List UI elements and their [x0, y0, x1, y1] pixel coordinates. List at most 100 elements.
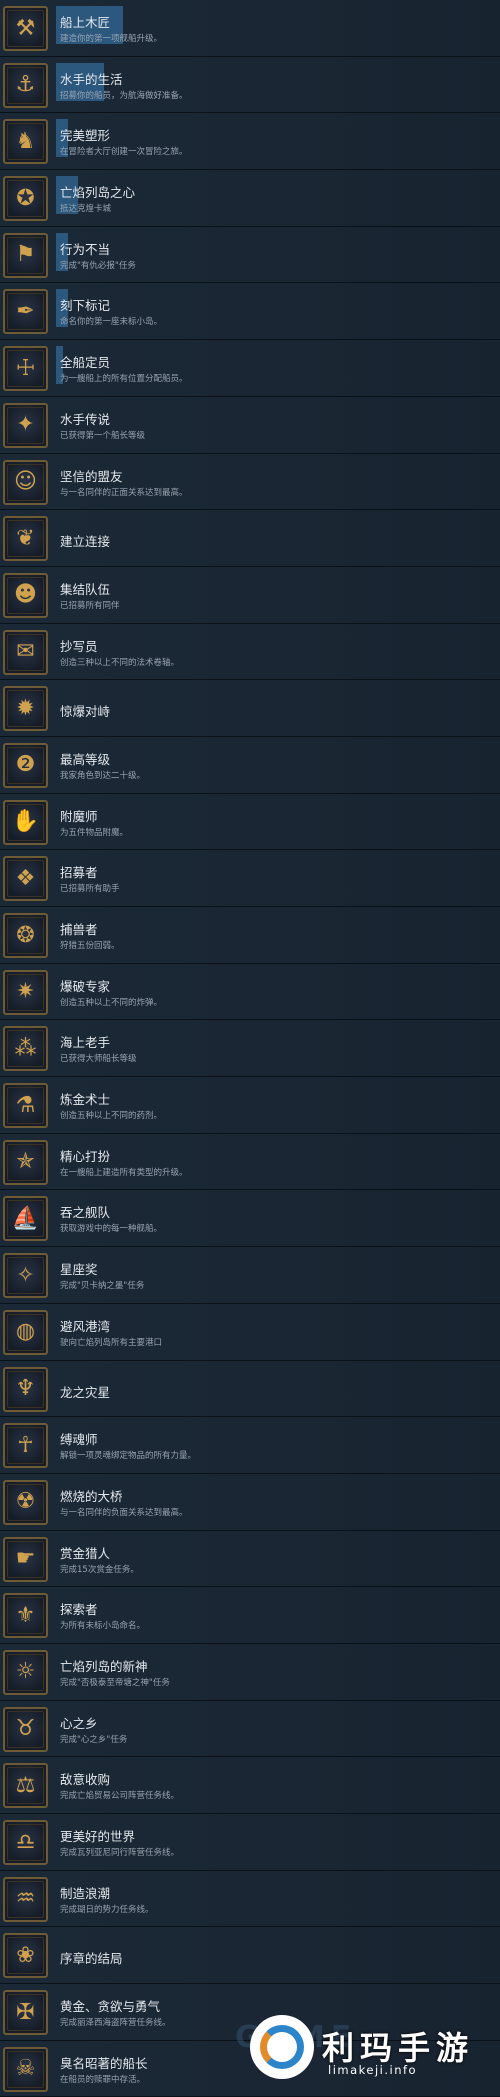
achievement-title: 行为不当 [60, 241, 111, 257]
achievement-row[interactable]: ✋ 附魔师 为五件物品附魔。 [0, 793, 500, 851]
achievement-description: 抵达克煌卡城 [60, 204, 112, 215]
achievement-row[interactable]: ♎ 更美好的世界 完成瓦列亚尼同行阵营任务线。 [0, 1814, 500, 1871]
achievement-title: 爆破专家 [60, 978, 111, 994]
achievement-row[interactable]: ❖ 招募者 已招募所有助手 [0, 850, 500, 907]
dragon-icon: ♆ [3, 1366, 48, 1412]
achievement-title: 海上老手 [60, 1035, 111, 1051]
achievement-description: 已招募所有助手 [60, 884, 120, 895]
notorious-captain-icon: ☠ [3, 2046, 48, 2092]
achievement-title: 最高等级 [60, 751, 111, 767]
achievement-title: 全船定员 [60, 355, 111, 371]
achievement-row[interactable]: ☩ 全船定员为一艘船上的所有位置分配船员。 [0, 340, 500, 397]
achievement-row[interactable]: ✦ 水手传说 已获得第一个船长等级 [0, 396, 500, 454]
achievement-description: 在冒险者大厅创建一次冒险之旅。 [60, 147, 188, 158]
achievement-row[interactable]: ⚓ 水手的生活 招募你的船员，为航海做好准备。 [0, 56, 500, 114]
achievement-row[interactable]: ⚜ 探索者 为所有未标小岛命名。 [0, 1587, 500, 1644]
potion-icon: ⚗ [3, 1083, 48, 1129]
pirate-gold-icon: ✠ [3, 1990, 48, 2036]
achievement-row[interactable]: ✪ 亡焰列岛之心 抵达克煌卡城 [0, 170, 500, 227]
achievement-description: 完成"有仇必报"任务 [60, 260, 136, 271]
achievement-row[interactable]: ◍ 避风港湾 驶向亡焰列岛所有主要港口 [0, 1303, 500, 1361]
achievement-description: 已招募所有同伴 [60, 600, 120, 611]
achievement-description: 已获得大师船长等级 [60, 1054, 137, 1065]
achievement-title: 亡焰列岛的新神 [60, 1658, 148, 1674]
achievement-title: 序章的结局 [60, 1951, 123, 1967]
achievement-row[interactable]: ☥ 缚魂师 解锁一项灵魂绑定物品的所有力量。 [0, 1417, 500, 1474]
achievement-title: 招募者 [60, 865, 98, 881]
achievement-row[interactable]: ❦ 建立连接 [0, 510, 500, 567]
achievement-row[interactable]: ⚑ 行为不当完成"有仇必报"任务 [0, 226, 500, 284]
achievement-description: 与一名同伴的负面关系达到最高。 [60, 1507, 188, 1518]
achievement-title: 更美好的世界 [60, 1829, 136, 1844]
achievement-row[interactable]: ☺ 坚信的盟友 与一名同伴的正面关系达到最高。 [0, 453, 500, 511]
achievement-title: 坚信的盟友 [60, 468, 123, 484]
achievement-description: 招募你的船员，为航海做好准备。 [60, 90, 188, 101]
scroll-icon: ✉ [3, 629, 48, 675]
achievement-description: 命名你的第一座未标小岛。 [60, 317, 163, 328]
achievement-description: 在一艘船上建造所有类型的升级。 [60, 1167, 188, 1178]
achievement-description: 完成瑚日的势力任务线。 [60, 1904, 154, 1915]
achievement-title: 赏金猎人 [60, 1545, 111, 1561]
achievement-title: 星座奖 [60, 1262, 98, 1278]
achievement-row[interactable]: ✹ 惊爆对峙 [0, 680, 500, 737]
achievement-title: 龙之灾星 [60, 1384, 111, 1400]
prologue-end-icon: ❀ [3, 1933, 48, 1979]
bounty-hand-icon: ☛ [3, 1536, 48, 1582]
achievement-description: 为一艘船上的所有位置分配船员。 [60, 374, 188, 385]
achievement-row[interactable]: ♒ 制造浪潮 完成瑚日的势力任务线。 [0, 1870, 500, 1928]
achievement-title: 船上木匠 [60, 15, 111, 30]
achievement-row[interactable]: ✉ 抄写员 创造三种以上不同的法术卷轴。 [0, 623, 500, 681]
globe-icon: ◍ [3, 1309, 48, 1355]
achievement-description: 获取游戏中的每一种舰船。 [60, 1224, 163, 1235]
achievement-row[interactable]: ☠ 臭名昭著的船长 在船员的赎罪中存活。 [0, 2040, 500, 2097]
takeover-icon: ⚖ [3, 1763, 48, 1809]
full-crew-icon: ☩ [3, 346, 48, 392]
party-masks-icon: ☻ [3, 572, 48, 618]
achievement-row[interactable]: ♉ 心之乡 完成"心之乡"任务 [0, 1700, 500, 1758]
achievement-description: 完成丽泽西海盗阵营任务线。 [60, 2018, 171, 2029]
achievement-row[interactable]: ❂ 捕兽者狩猎五份回弱。 [0, 907, 500, 964]
achievement-title: 敌意收购 [60, 1772, 111, 1788]
ship-hammer-icon: ⚒ [3, 6, 48, 51]
achievement-row[interactable]: ✠ 黄金、贪欲与勇气完成丽泽西海盗阵营任务线。 [0, 1984, 500, 2041]
achievement-row[interactable]: ❀ 序章的结局 [0, 1927, 500, 1985]
achievement-row[interactable]: ♆ 龙之灾星 [0, 1360, 500, 1418]
sailor-star-icon: ✦ [3, 402, 48, 448]
achievement-title: 心之乡 [60, 1715, 98, 1731]
achievement-row[interactable]: ⁂ 海上老手 已获得大师船长等级 [0, 1020, 500, 1078]
achievement-row[interactable]: ✧ 星座奖 完成"贝卡纳之墨"任务 [0, 1247, 500, 1304]
achievement-row[interactable]: ☻ 集结队伍 已招募所有同伴 [0, 566, 500, 624]
achievement-row[interactable]: ⛵ 吞之舰队 获取游戏中的每一种舰船。 [0, 1190, 500, 1248]
flag-icon: ⚑ [3, 232, 48, 278]
achievement-row[interactable]: ⚒ 船上木匠 建造你的第一项舰船升级。 [0, 0, 500, 57]
trap-icon: ❂ [3, 913, 48, 958]
achievement-description: 狩猎五份回弱。 [60, 941, 120, 951]
achievement-title: 刻下标记 [60, 298, 111, 314]
achievement-row[interactable]: ⚖ 敌意收购 完成亡焰贸易公司阵营任务线。 [0, 1757, 500, 1814]
achievement-title: 避风港湾 [60, 1318, 111, 1334]
achievement-row[interactable]: ✷ 爆破专家 创造五种以上不同的炸弹。 [0, 963, 500, 1021]
star-badge-icon: ✯ [3, 1139, 48, 1185]
bomb-icon: ✷ [3, 969, 48, 1015]
achievement-row[interactable]: ⚗ 炼金术士创造五种以上不同的药剂。 [0, 1077, 500, 1134]
achievement-title: 黄金、贪欲与勇气 [60, 1999, 161, 2015]
achievement-row[interactable]: ❷ 最高等级 我家角色到达二十级。 [0, 736, 500, 794]
achievement-title: 制造浪潮 [60, 1885, 111, 1901]
achievement-description: 创造五种以上不同的药剂。 [60, 1111, 163, 1122]
achievement-row[interactable]: ☢ 燃烧的大桥 与一名同伴的负面关系达到最高。 [0, 1473, 500, 1531]
achievement-description: 为五件物品附魔。 [60, 827, 129, 838]
achievement-title: 捕兽者 [60, 922, 98, 937]
figure-shaping-icon: ♞ [3, 119, 48, 165]
quill-mark-icon: ✒ [3, 289, 48, 335]
achievement-row[interactable]: ☼ 亡焰列岛的新神 完成"否极泰至帝塘之神"任务 [0, 1643, 500, 1701]
achievement-title: 燃烧的大桥 [60, 1488, 123, 1504]
achievement-row[interactable]: ✒ 刻下标记命名你的第一座未标小岛。 [0, 283, 500, 341]
achievement-title: 精心打扮 [60, 1148, 111, 1164]
achievement-description: 创造三种以上不同的法术卷轴。 [60, 657, 180, 668]
achievement-row[interactable]: ☛ 赏金猎人 完成15次赏金任务。 [0, 1530, 500, 1588]
achievement-title: 探索者 [60, 1602, 98, 1618]
achievement-row[interactable]: ✯ 精心打扮在一艘船上建造所有类型的升级。 [0, 1133, 500, 1191]
achievement-title: 亡焰列岛之心 [60, 185, 136, 201]
achievement-row[interactable]: ♞ 完美塑形 在冒险者大厅创建一次冒险之旅。 [0, 113, 500, 171]
achievement-title: 炼金术士 [60, 1092, 111, 1108]
